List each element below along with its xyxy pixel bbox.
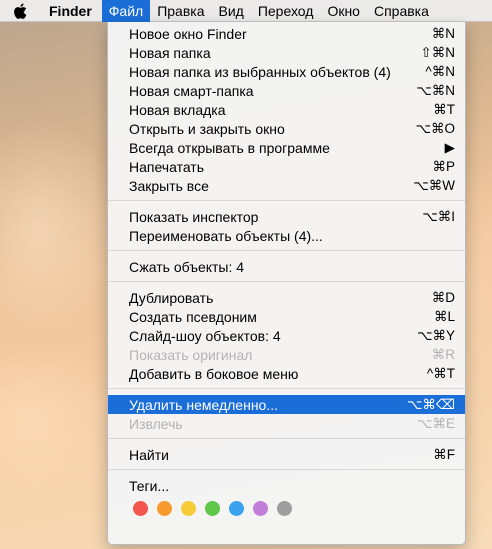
menu-item-label: Показать инспектор (129, 208, 259, 225)
menu-item-shortcut: ⌥⌘W (413, 177, 455, 193)
menu-item-shortcut: ⌘N (431, 25, 455, 41)
menu-item-shortcut: ⌘R (431, 346, 455, 362)
menu-view[interactable]: Вид (212, 0, 251, 22)
menu-item-add-to-sidebar[interactable]: Добавить в боковое меню ^⌘T (108, 364, 465, 383)
menu-item-new-smart-folder[interactable]: Новая смарт-папка ⌥⌘N (108, 81, 465, 100)
menu-item-shortcut: ^⌘N (425, 63, 455, 79)
menu-help[interactable]: Справка (367, 0, 436, 22)
menu-separator (108, 276, 465, 288)
menu-item-label: Сжать объекты: 4 (129, 258, 245, 275)
menu-item-compress-items[interactable]: Сжать объекты: 4 (108, 257, 465, 276)
apple-logo-icon[interactable] (0, 0, 40, 22)
menu-go[interactable]: Переход (251, 0, 321, 22)
menu-edit[interactable]: Правка (150, 0, 211, 22)
menu-item-find[interactable]: Найти ⌘F (108, 445, 465, 464)
menu-item-label: Найти (129, 446, 169, 463)
menu-item-label: Новая смарт-папка (129, 82, 254, 99)
menu-item-shortcut: ⌥⌘⌫ (406, 396, 455, 412)
menu-separator (108, 245, 465, 257)
menu-item-make-alias[interactable]: Создать псевдоним ⌘L (108, 307, 465, 326)
tag-blue-dot[interactable] (229, 500, 244, 516)
submenu-arrow-icon: ▶ (444, 139, 455, 155)
menu-item-eject: Извлечь ⌥⌘E (108, 414, 465, 433)
menu-item-shortcut: ⌘P (432, 158, 455, 174)
menu-item-label: Слайд-шоу объектов: 4 (129, 327, 281, 344)
file-menu-dropdown: Новое окно Finder ⌘N Новая папка ⇧⌘N Нов… (107, 22, 466, 545)
menu-item-open-and-close-window[interactable]: Открыть и закрыть окно ⌥⌘O (108, 119, 465, 138)
menu-item-shortcut: ⌥⌘E (416, 415, 455, 431)
menu-item-shortcut: ⌥⌘Y (416, 327, 455, 343)
menu-bar: Finder Файл Правка Вид Переход Окно Спра… (0, 0, 492, 22)
menu-item-shortcut: ⌥⌘I (422, 208, 455, 224)
menu-item-shortcut: ⇧⌘N (420, 44, 455, 60)
menu-item-show-original: Показать оригинал ⌘R (108, 345, 465, 364)
menu-finder[interactable]: Finder (40, 0, 102, 22)
menu-item-rename-items[interactable]: Переименовать объекты (4)... (108, 226, 465, 245)
menu-item-shortcut: ⌘L (433, 308, 455, 324)
tag-red-dot[interactable] (133, 500, 148, 516)
menu-separator (108, 464, 465, 476)
menu-separator (108, 383, 465, 395)
menu-item-delete-immediately[interactable]: Удалить немедленно... ⌥⌘⌫ (108, 395, 465, 414)
tag-color-row (108, 495, 465, 521)
menu-item-label: Новое окно Finder (129, 25, 247, 42)
menu-item-shortcut: ⌘D (431, 289, 455, 305)
menu-item-shortcut: ⌘F (433, 446, 455, 462)
menu-item-label: Закрыть все (129, 177, 209, 194)
tag-yellow-dot[interactable] (181, 500, 196, 516)
menu-item-new-folder[interactable]: Новая папка ⇧⌘N (108, 43, 465, 62)
tag-gray-dot[interactable] (277, 500, 292, 516)
menu-item-label: Открыть и закрыть окно (129, 120, 285, 137)
menu-item-label: Всегда открывать в программе (129, 139, 330, 156)
menu-item-label: Добавить в боковое меню (129, 365, 299, 382)
menu-item-label: Новая вкладка (129, 101, 226, 118)
tag-green-dot[interactable] (205, 500, 220, 516)
menu-item-shortcut: ^⌘T (426, 365, 455, 381)
menu-item-tags[interactable]: Теги... (108, 476, 465, 495)
menu-item-close-all[interactable]: Закрыть все ⌥⌘W (108, 176, 465, 195)
menu-item-label: Удалить немедленно... (129, 396, 279, 413)
menu-item-new-finder-window[interactable]: Новое окно Finder ⌘N (108, 24, 465, 43)
menu-file[interactable]: Файл (101, 0, 151, 22)
menu-item-label: Новая папка из выбранных объектов (4) (129, 63, 391, 80)
tag-orange-dot[interactable] (157, 500, 172, 516)
tag-purple-dot[interactable] (253, 500, 268, 516)
menu-item-always-open-with[interactable]: Всегда открывать в программе ▶ (108, 138, 465, 157)
menu-item-slideshow[interactable]: Слайд-шоу объектов: 4 ⌥⌘Y (108, 326, 465, 345)
menu-item-label: Извлечь (129, 415, 183, 432)
menu-separator (108, 433, 465, 445)
menu-item-label: Дублировать (129, 289, 214, 306)
menu-separator (108, 195, 465, 207)
menu-item-shortcut: ⌥⌘N (416, 82, 455, 98)
menu-item-label: Напечатать (129, 158, 205, 175)
menu-item-shortcut: ⌥⌘O (415, 120, 455, 136)
menu-item-duplicate[interactable]: Дублировать ⌘D (108, 288, 465, 307)
menu-item-print[interactable]: Напечатать ⌘P (108, 157, 465, 176)
menu-item-show-inspector[interactable]: Показать инспектор ⌥⌘I (108, 207, 465, 226)
menu-item-shortcut: ⌘T (433, 101, 455, 117)
menu-item-label: Новая папка (129, 44, 211, 61)
menu-window[interactable]: Окно (320, 0, 367, 22)
menu-item-label: Показать оригинал (129, 346, 253, 363)
menu-item-new-folder-with-selection[interactable]: Новая папка из выбранных объектов (4) ^⌘… (108, 62, 465, 81)
menu-item-label: Теги... (129, 477, 170, 494)
menu-item-new-tab[interactable]: Новая вкладка ⌘T (108, 100, 465, 119)
menu-item-label: Переименовать объекты (4)... (129, 227, 323, 244)
menu-item-label: Создать псевдоним (129, 308, 257, 325)
